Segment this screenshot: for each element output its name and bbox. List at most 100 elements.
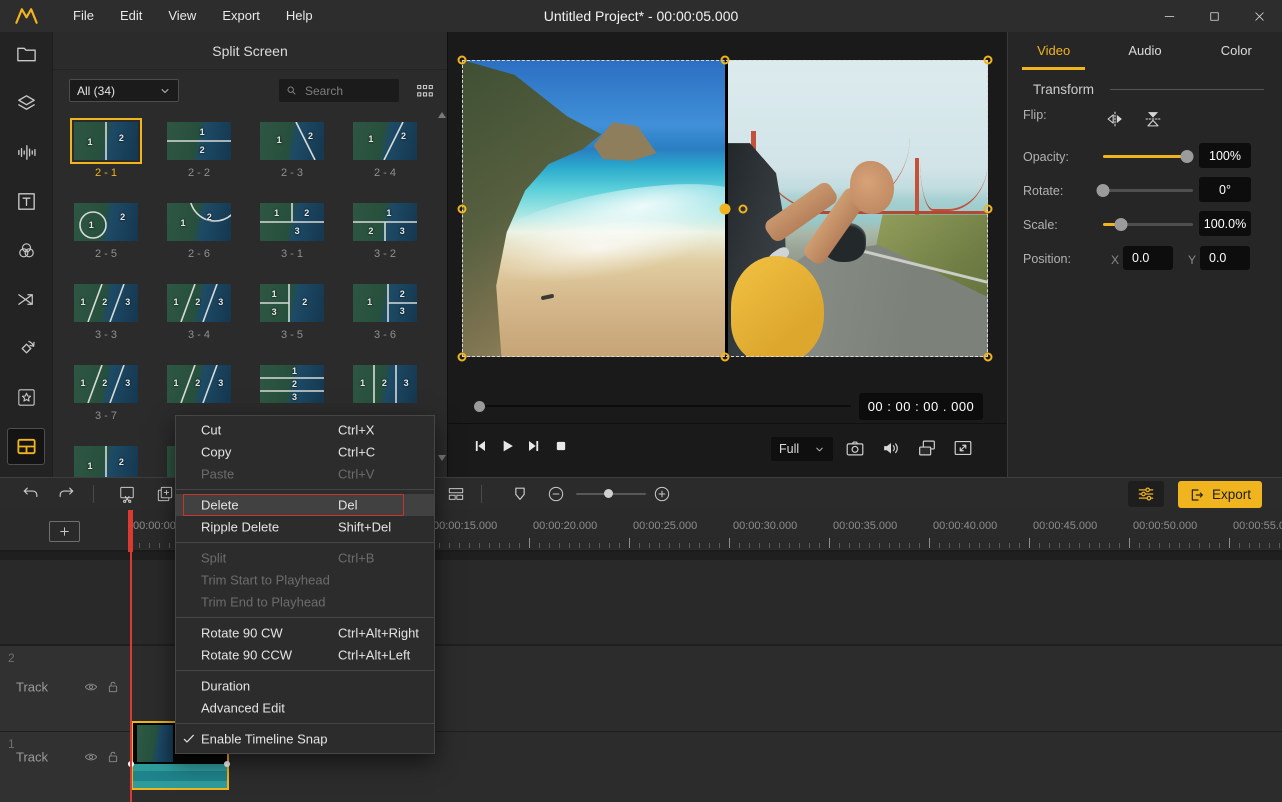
- template-item-2-5[interactable]: 12 2 - 5: [74, 203, 138, 260]
- template-item-2-6[interactable]: 12 2 - 6: [167, 203, 231, 260]
- lock-icon[interactable]: [105, 749, 121, 765]
- opacity-slider-handle[interactable]: [1180, 150, 1194, 163]
- timeline-zoom-handle[interactable]: [604, 489, 613, 498]
- preview-clip-left[interactable]: [462, 60, 725, 357]
- export-settings-button[interactable]: [1128, 481, 1164, 507]
- template-item[interactable]: 123: [260, 365, 324, 410]
- category-dropdown[interactable]: All (34): [69, 79, 179, 102]
- zoom-in-button[interactable]: [652, 484, 672, 504]
- scrollbar[interactable]: [438, 110, 446, 477]
- menu-item-copy[interactable]: Copy Ctrl+C: [176, 441, 434, 463]
- zoom-out-button[interactable]: [546, 484, 566, 504]
- add-track-button[interactable]: [49, 521, 80, 542]
- flip-vertical-button[interactable]: [1141, 108, 1165, 130]
- template-item-2-4[interactable]: 12 2 - 4: [353, 122, 417, 179]
- resize-handle[interactable]: [457, 204, 467, 213]
- template-item-3-2[interactable]: 123 3 - 2: [353, 203, 417, 260]
- preview-zoom-dropdown[interactable]: Full: [771, 437, 833, 461]
- scale-slider[interactable]: [1103, 218, 1193, 231]
- undo-button[interactable]: [21, 484, 41, 504]
- tab-audio[interactable]: Audio: [1099, 32, 1190, 70]
- playhead-head[interactable]: [128, 510, 133, 552]
- sidebar-item-split-screen[interactable]: [7, 428, 45, 466]
- template-item-2-1[interactable]: 12 2 - 1: [70, 118, 142, 179]
- menu-help[interactable]: Help: [273, 0, 326, 32]
- rotate-slider-handle[interactable]: [1096, 184, 1110, 197]
- sidebar-item-media[interactable]: [7, 36, 45, 73]
- resize-handle[interactable]: [720, 55, 730, 65]
- tab-color[interactable]: Color: [1191, 32, 1282, 70]
- template-item-2-2[interactable]: 12 2 - 2: [167, 122, 231, 179]
- eye-visibility-icon[interactable]: [83, 749, 99, 765]
- center-anchor-handle[interactable]: [719, 203, 731, 214]
- template-item-3-3[interactable]: 123 3 - 3: [74, 284, 138, 341]
- sidebar-item-elements[interactable]: [7, 85, 45, 122]
- template-item[interactable]: 123: [167, 365, 231, 410]
- sidebar-item-filters[interactable]: [7, 232, 45, 269]
- rotate-slider[interactable]: [1096, 184, 1193, 197]
- fullscreen-button[interactable]: [952, 437, 974, 459]
- menu-item-duration[interactable]: Duration: [176, 675, 434, 697]
- fade-out-handle[interactable]: [224, 761, 230, 767]
- marker-button[interactable]: [510, 484, 530, 504]
- split-screen-view-button[interactable]: [446, 484, 466, 504]
- snapshot-button[interactable]: [844, 437, 866, 459]
- template-item-2-3[interactable]: 12 2 - 3: [260, 122, 324, 179]
- tab-video[interactable]: Video: [1008, 32, 1099, 70]
- seek-slider-handle[interactable]: [474, 401, 485, 412]
- playhead[interactable]: [130, 510, 132, 802]
- split-clip-button[interactable]: [117, 484, 137, 504]
- redo-button[interactable]: [56, 484, 76, 504]
- sidebar-item-behaviors[interactable]: [7, 330, 45, 367]
- sidebar-item-effects[interactable]: [7, 379, 45, 416]
- opacity-value[interactable]: 100%: [1199, 143, 1251, 168]
- template-item[interactable]: 12: [74, 446, 138, 477]
- menu-item-delete[interactable]: Delete Del: [176, 494, 434, 516]
- resize-handle[interactable]: [457, 55, 467, 65]
- menu-file[interactable]: File: [60, 0, 107, 32]
- opacity-slider[interactable]: [1103, 150, 1194, 163]
- search-box[interactable]: [279, 79, 399, 102]
- export-button[interactable]: Export: [1178, 481, 1262, 508]
- sidebar-item-audio[interactable]: [7, 134, 45, 171]
- rotation-handle[interactable]: [738, 204, 748, 213]
- dual-screen-button[interactable]: [916, 437, 938, 459]
- template-item-3-6[interactable]: 123 3 - 6: [353, 284, 417, 341]
- seek-slider[interactable]: [478, 405, 851, 407]
- stop-button[interactable]: [551, 436, 571, 456]
- play-button[interactable]: [497, 436, 517, 456]
- grid-view-button[interactable]: [414, 80, 436, 102]
- menu-item-advanced-edit[interactable]: Advanced Edit: [176, 697, 434, 719]
- scroll-up-icon[interactable]: [438, 112, 446, 118]
- scale-slider-handle[interactable]: [1114, 218, 1128, 231]
- sidebar-item-transitions[interactable]: [7, 281, 45, 318]
- next-frame-button[interactable]: [524, 436, 544, 456]
- template-item[interactable]: 123: [353, 365, 417, 410]
- maximize-button[interactable]: [1192, 0, 1237, 32]
- sidebar-item-text[interactable]: [7, 183, 45, 220]
- menu-edit[interactable]: Edit: [107, 0, 155, 32]
- minimize-button[interactable]: [1147, 0, 1192, 32]
- menu-view[interactable]: View: [155, 0, 209, 32]
- menu-item-ripple-delete[interactable]: Ripple Delete Shift+Del: [176, 516, 434, 538]
- resize-handle[interactable]: [983, 204, 993, 213]
- menu-item-rotate-90-ccw[interactable]: Rotate 90 CCW Ctrl+Alt+Left: [176, 644, 434, 666]
- menu-item-cut[interactable]: Cut Ctrl+X: [176, 419, 434, 441]
- template-item-3-5[interactable]: 123 3 - 5: [260, 284, 324, 341]
- volume-button[interactable]: [880, 437, 902, 459]
- template-item-3-4[interactable]: 123 3 - 4: [167, 284, 231, 341]
- rotate-value[interactable]: 0°: [1199, 177, 1251, 202]
- resize-handle[interactable]: [983, 352, 993, 362]
- menu-item-rotate-90-cw[interactable]: Rotate 90 CW Ctrl+Alt+Right: [176, 622, 434, 644]
- preview-clip-right[interactable]: [728, 60, 988, 357]
- template-item-3-7[interactable]: 123 3 - 7: [74, 365, 138, 422]
- search-input[interactable]: [303, 82, 391, 99]
- resize-handle[interactable]: [983, 55, 993, 65]
- resize-handle[interactable]: [720, 352, 730, 362]
- template-item-3-1[interactable]: 123 3 - 1: [260, 203, 324, 260]
- previous-frame-button[interactable]: [470, 436, 490, 456]
- menu-export[interactable]: Export: [209, 0, 273, 32]
- eye-visibility-icon[interactable]: [83, 679, 99, 695]
- resize-handle[interactable]: [457, 352, 467, 362]
- scroll-down-icon[interactable]: [438, 455, 446, 461]
